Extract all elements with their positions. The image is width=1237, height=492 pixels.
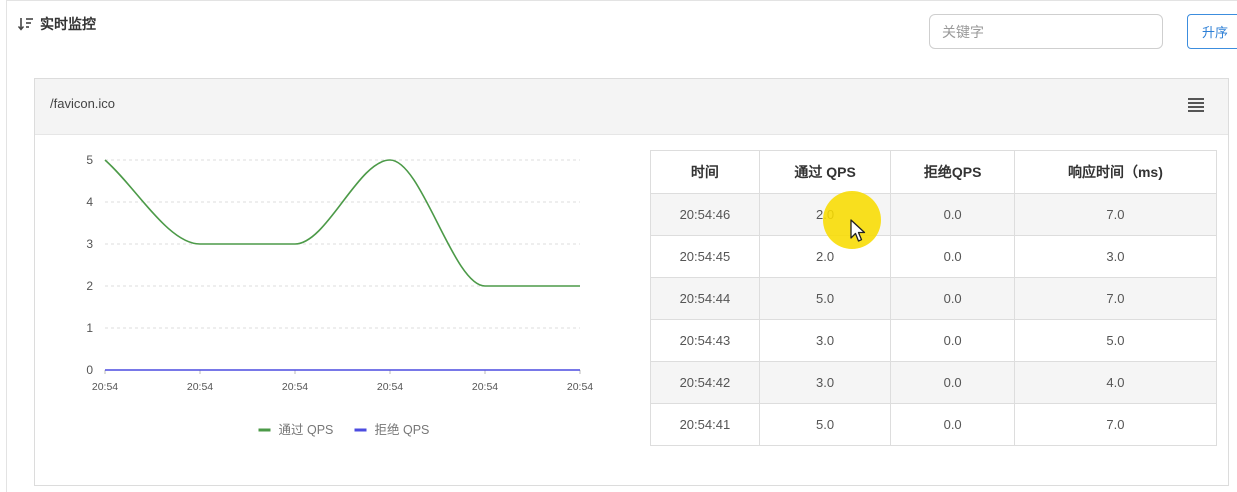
panel-header: /favicon.ico: [35, 79, 1228, 135]
cell-response-time: 5.0: [1013, 319, 1218, 362]
y-tick-label: 5: [86, 153, 93, 167]
table-row: 20:54:44 5.0 0.0 7.0: [650, 277, 1218, 320]
page-title-text: 实时监控: [40, 16, 96, 32]
cell-time: 20:54:46: [650, 193, 760, 236]
cell-pass-qps: 2.0: [758, 193, 892, 236]
y-tick-label: 4: [86, 195, 93, 209]
cell-pass-qps: 5.0: [758, 403, 892, 446]
cell-pass-qps: 3.0: [758, 319, 892, 362]
search-input[interactable]: [929, 14, 1163, 49]
cell-time: 20:54:42: [650, 361, 760, 404]
column-header-pass-qps[interactable]: 通过 QPS: [758, 150, 892, 194]
x-axis: 20:54 20:54 20:54 20:54 20:54 20:54: [92, 369, 593, 393]
table-header-row: 时间 通过 QPS 拒绝QPS 响应时间（ms): [650, 150, 1218, 194]
cell-response-time: 7.0: [1013, 403, 1218, 446]
x-tick-label: 20:54: [377, 381, 403, 393]
menu-icon[interactable]: [1188, 98, 1204, 112]
cell-pass-qps: 5.0: [758, 277, 892, 320]
x-tick-label: 20:54: [187, 381, 213, 393]
sort-icon[interactable]: [18, 16, 34, 32]
cell-time: 20:54:45: [650, 235, 760, 278]
cell-response-time: 3.0: [1013, 235, 1218, 278]
cell-time: 20:54:44: [650, 277, 760, 320]
table-row: 20:54:45 2.0 0.0 3.0: [650, 235, 1218, 278]
x-tick-label: 20:54: [282, 381, 308, 393]
table-row: 20:54:41 5.0 0.0 7.0: [650, 403, 1218, 446]
resource-name: /favicon.ico: [50, 96, 116, 111]
x-tick-label: 20:54: [567, 381, 593, 393]
qps-line-chart: 0 1 2 3 4 5 20:54 20:54 20:54 20:54 20:54 20:54 通过…: [86, 153, 593, 437]
legend-label: 拒绝 QPS: [375, 422, 430, 437]
chart-legend: 通过 QPS 拒绝 QPS: [258, 422, 430, 437]
cell-pass-qps: 3.0: [758, 361, 892, 404]
table-row: 20:54:43 3.0 0.0 5.0: [650, 319, 1218, 362]
cell-time: 20:54:43: [650, 319, 760, 362]
cell-block-qps: 0.0: [890, 235, 1015, 278]
table-row: 20:54:42 3.0 0.0 4.0: [650, 361, 1218, 404]
cell-pass-qps: 2.0: [758, 235, 892, 278]
cell-block-qps: 0.0: [890, 193, 1015, 236]
cell-time: 20:54:41: [650, 403, 760, 446]
cell-response-time: 7.0: [1013, 277, 1218, 320]
y-axis: 0 1 2 3 4 5: [86, 153, 93, 377]
cell-block-qps: 0.0: [890, 361, 1015, 404]
sort-order-button[interactable]: 升序: [1187, 14, 1237, 49]
cell-response-time: 4.0: [1013, 361, 1218, 404]
legend-label: 通过 QPS: [279, 423, 334, 437]
y-tick-label: 3: [86, 237, 93, 251]
y-tick-label: 0: [86, 363, 93, 377]
y-tick-label: 2: [86, 279, 93, 293]
page-title: 实时监控: [18, 14, 96, 34]
chart-series: [104, 159, 580, 371]
x-tick-label: 20:54: [92, 381, 118, 393]
cell-response-time: 7.0: [1013, 193, 1218, 236]
y-tick-label: 1: [86, 321, 93, 335]
table-row: 20:54:46 2.0 0.0 7.0: [650, 193, 1218, 236]
metrics-table: 时间 通过 QPS 拒绝QPS 响应时间（ms) 20:54:46 2.0 0.…: [650, 150, 1218, 446]
cell-block-qps: 0.0: [890, 277, 1015, 320]
column-header-block-qps[interactable]: 拒绝QPS: [890, 150, 1015, 194]
cell-block-qps: 0.0: [890, 403, 1015, 446]
column-header-response-time[interactable]: 响应时间（ms): [1013, 150, 1218, 194]
column-header-time[interactable]: 时间: [650, 150, 760, 194]
cell-block-qps: 0.0: [890, 319, 1015, 362]
chart-grid: [105, 159, 580, 329]
pass-qps-series-line: [104, 159, 580, 287]
x-tick-label: 20:54: [472, 381, 498, 393]
